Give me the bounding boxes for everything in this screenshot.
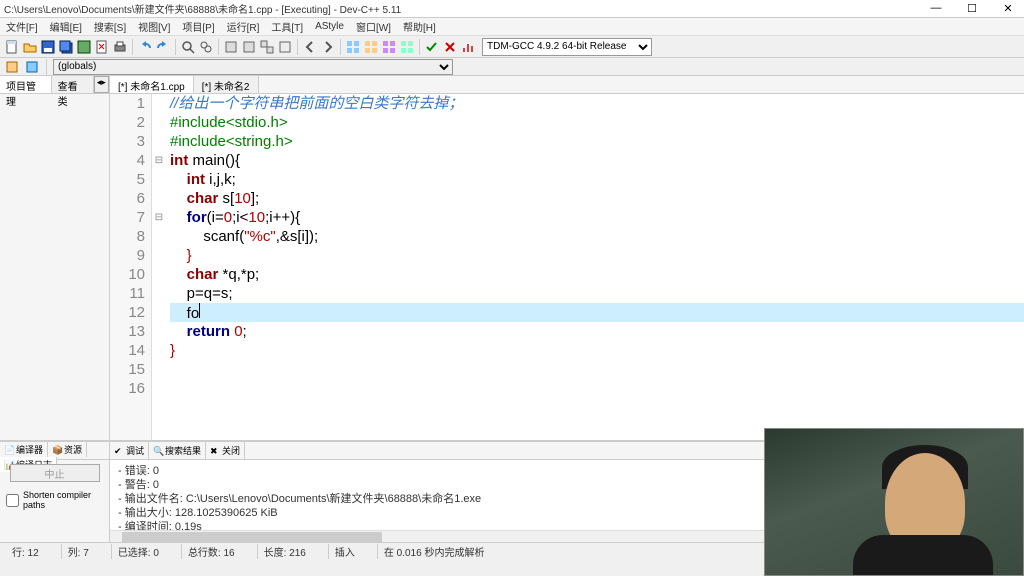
- bookmark-icon[interactable]: [24, 59, 40, 75]
- sidebar-tabs: 项目管理 查看类 ◂▸: [0, 76, 109, 94]
- grid1-icon[interactable]: [345, 39, 361, 55]
- open-file-icon[interactable]: [22, 39, 38, 55]
- toolbar-separator: [132, 39, 133, 55]
- compile-run-icon[interactable]: [259, 39, 275, 55]
- status-mode: 插入: [328, 544, 361, 559]
- profile-icon[interactable]: [460, 39, 476, 55]
- close-icon: ✖: [210, 446, 220, 456]
- tab-close[interactable]: ✖关闭: [206, 442, 245, 459]
- shorten-paths-checkbox[interactable]: Shorten compiler paths: [6, 490, 103, 510]
- grid3-icon[interactable]: [381, 39, 397, 55]
- forward-icon[interactable]: [320, 39, 336, 55]
- main-area: 项目管理 查看类 ◂▸ [*] 未命名1.cpp [*] 未命名2 1234 5…: [0, 76, 1024, 440]
- shorten-paths-input[interactable]: [6, 494, 19, 507]
- sidebar-tabs-scroll-icon[interactable]: ◂▸: [94, 76, 110, 93]
- editor-tab-1[interactable]: [*] 未命名1.cpp: [110, 76, 194, 93]
- menu-search[interactable]: 搜索[S]: [92, 18, 128, 35]
- save-all-icon[interactable]: [58, 39, 74, 55]
- toolbar-separator: [419, 39, 420, 55]
- tab-resources[interactable]: 📦资源: [48, 442, 87, 457]
- save-icon[interactable]: [40, 39, 56, 55]
- toolbar: TDM-GCC 4.9.2 64-bit Release: [0, 36, 1024, 58]
- run-icon[interactable]: [241, 39, 257, 55]
- webcam-overlay: [764, 428, 1024, 576]
- compile-icon[interactable]: [223, 39, 239, 55]
- debug-check-icon[interactable]: [424, 39, 440, 55]
- debug-stop-icon[interactable]: [442, 39, 458, 55]
- menu-run[interactable]: 运行[R]: [225, 18, 262, 35]
- debug-icon: ✔: [114, 446, 124, 456]
- tab-debug[interactable]: ✔调试: [110, 442, 149, 459]
- titlebar: C:\Users\Lenovo\Documents\新建文件夹\68888\未命…: [0, 0, 1024, 18]
- close-file-icon[interactable]: [94, 39, 110, 55]
- rebuild-icon[interactable]: [277, 39, 293, 55]
- fold-column[interactable]: ⊟ ⊟: [152, 94, 166, 440]
- line-gutter: 1234 5678 9101112 13141516: [110, 94, 152, 440]
- abort-button[interactable]: 中止: [10, 464, 100, 482]
- toolbar2: (globals): [0, 58, 1024, 76]
- menu-astyle[interactable]: AStyle: [313, 20, 346, 33]
- menu-project[interactable]: 项目[P]: [180, 18, 216, 35]
- menu-tools[interactable]: 工具[T]: [269, 18, 305, 35]
- search-results-icon: 🔍: [153, 446, 163, 456]
- menu-view[interactable]: 视图[V]: [136, 18, 172, 35]
- status-col: 列: 7: [61, 544, 95, 559]
- grid4-icon[interactable]: [399, 39, 415, 55]
- status-total: 总行数: 16: [181, 544, 241, 559]
- editor-tab-2[interactable]: [*] 未命名2: [194, 76, 259, 93]
- status-line: 行: 12: [6, 544, 45, 559]
- titlebar-text: C:\Users\Lenovo\Documents\新建文件夹\68888\未命…: [4, 1, 401, 16]
- toolbar-separator: [175, 39, 176, 55]
- maximize-button[interactable]: ☐: [960, 2, 984, 15]
- minimize-button[interactable]: —: [924, 2, 948, 15]
- toolbar-separator: [340, 39, 341, 55]
- code-editor[interactable]: 1234 5678 9101112 13141516 ⊟ ⊟ //给出一个字符串…: [110, 94, 1024, 440]
- tab-search-results[interactable]: 🔍搜索结果: [149, 442, 206, 459]
- editor-tabs: [*] 未命名1.cpp [*] 未命名2: [110, 76, 1024, 94]
- globals-select[interactable]: (globals): [53, 59, 453, 75]
- close-button[interactable]: ✕: [996, 2, 1020, 15]
- menubar: 文件[F] 编辑[E] 搜索[S] 视图[V] 项目[P] 运行[R] 工具[T…: [0, 18, 1024, 36]
- sidebar: 项目管理 查看类 ◂▸: [0, 76, 110, 440]
- resources-icon: 📦: [52, 445, 62, 455]
- status-sel: 已选择: 0: [111, 544, 165, 559]
- sidebar-tab-classes[interactable]: 查看类: [52, 76, 94, 93]
- bottom-left-pane: 📄编译器 📦资源 📊编译日志 中止 Shorten compiler paths: [0, 442, 110, 542]
- menu-help[interactable]: 帮助[H]: [401, 18, 438, 35]
- menu-edit[interactable]: 编辑[E]: [48, 18, 84, 35]
- grid2-icon[interactable]: [363, 39, 379, 55]
- compiler-select[interactable]: TDM-GCC 4.9.2 64-bit Release: [482, 38, 652, 56]
- status-len: 长度: 216: [257, 544, 312, 559]
- new-file-icon[interactable]: [4, 39, 20, 55]
- save-as-icon[interactable]: [76, 39, 92, 55]
- find-icon[interactable]: [180, 39, 196, 55]
- toolbar-separator: [297, 39, 298, 55]
- editor-area: [*] 未命名1.cpp [*] 未命名2 1234 5678 9101112 …: [110, 76, 1024, 440]
- compiler-icon: 📄: [4, 445, 14, 455]
- shorten-paths-label: Shorten compiler paths: [23, 490, 103, 510]
- code-lines[interactable]: //给出一个字符串把前面的空白类字符去掉； #include<stdio.h> …: [166, 94, 1024, 440]
- print-icon[interactable]: [112, 39, 128, 55]
- back-icon[interactable]: [302, 39, 318, 55]
- sidebar-tab-project[interactable]: 项目管理: [0, 76, 52, 93]
- status-msg: 在 0.016 秒内完成解析: [377, 544, 491, 559]
- undo-icon[interactable]: [137, 39, 153, 55]
- window-controls: — ☐ ✕: [924, 2, 1020, 15]
- tab-compiler[interactable]: 📄编译器: [0, 442, 48, 457]
- goto-icon[interactable]: [4, 59, 20, 75]
- replace-icon[interactable]: [198, 39, 214, 55]
- toolbar-separator: [46, 59, 47, 75]
- menu-file[interactable]: 文件[F]: [4, 18, 40, 35]
- redo-icon[interactable]: [155, 39, 171, 55]
- toolbar-separator: [218, 39, 219, 55]
- menu-window[interactable]: 窗口[W]: [354, 18, 393, 35]
